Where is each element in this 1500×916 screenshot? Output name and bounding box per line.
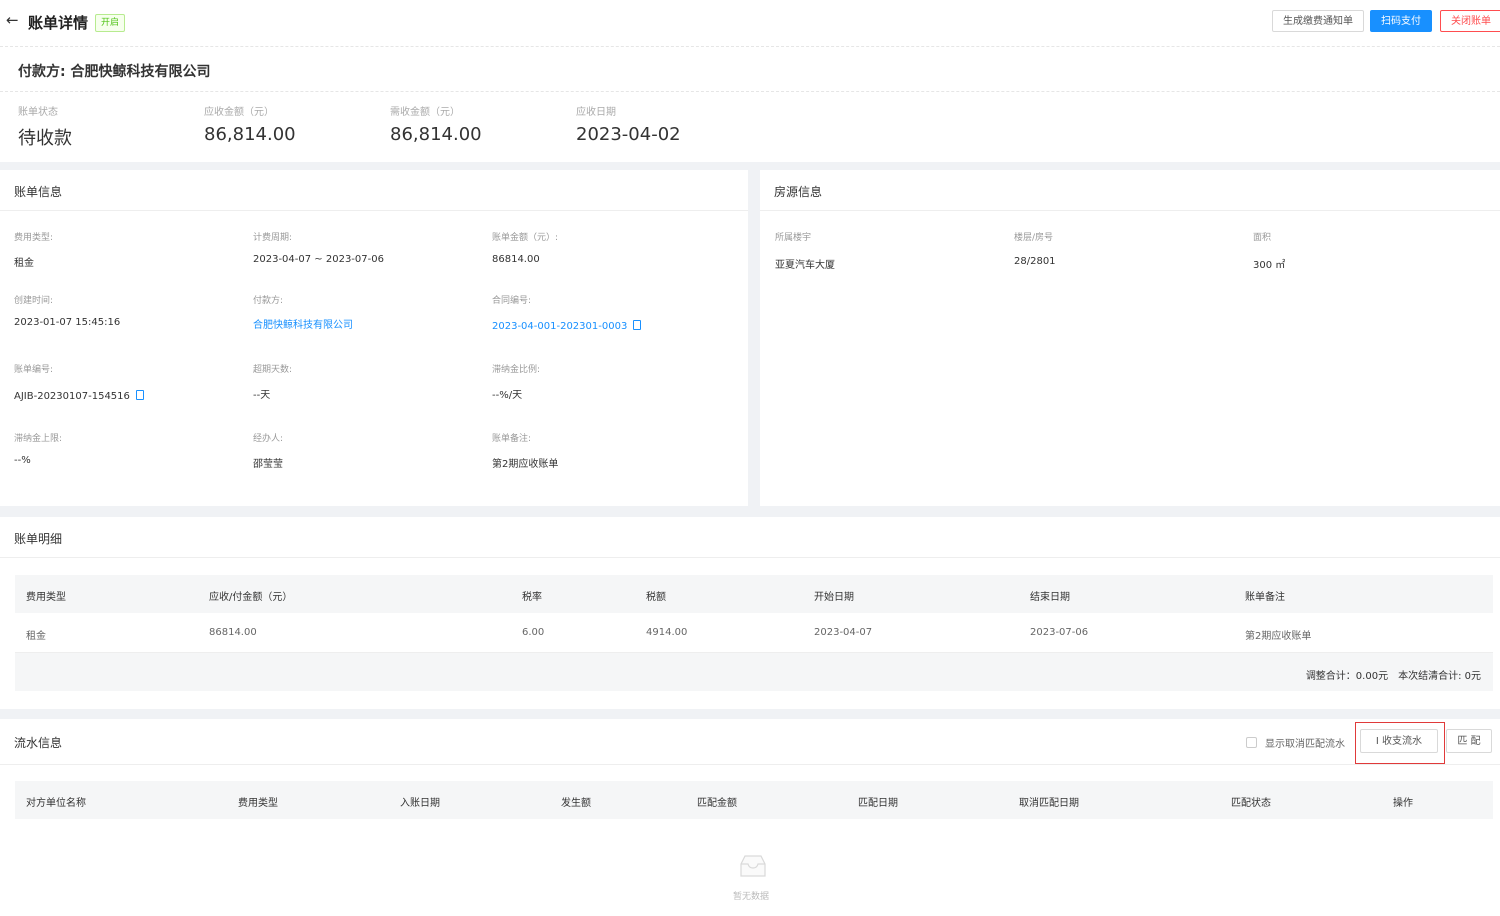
field-label: 所属楼宇	[775, 233, 812, 243]
bill-number-row: AJIB-20230107-154516	[14, 390, 144, 402]
income-flow-button[interactable]: I 收支流水	[1360, 729, 1438, 753]
field-value: --%	[14, 455, 31, 466]
divider	[0, 210, 748, 211]
show-cancelled-label[interactable]: 显示取消匹配流水	[1265, 735, 1345, 750]
payer-link[interactable]: 合肥快鲸科技有限公司	[253, 316, 353, 331]
field-label: 超期天数:	[253, 365, 293, 375]
summary-row: 调整合计：0.00元 本次结清合计: 0元	[15, 653, 1493, 691]
field-value: 86814.00	[492, 254, 540, 265]
table-cell: 2023-04-07	[814, 627, 873, 638]
payer-name: 付款方: 合肥快鲸科技有限公司	[18, 64, 211, 80]
bill-number: AJIB-20230107-154516	[14, 391, 130, 402]
flow-info-panel: 流水信息 显示取消匹配流水 I 收支流水 匹 配 对方单位名称 费用类型 入账日…	[0, 719, 1500, 916]
divider	[0, 557, 1500, 558]
bill-info-title: 账单信息	[14, 185, 63, 199]
bill-detail-panel: 账单明细 费用类型 应收/付金额（元） 税率 税额 开始日期 结束日期 账单备注…	[0, 517, 1500, 709]
bill-detail-title: 账单明细	[14, 532, 63, 546]
stat-label-status: 账单状态	[18, 107, 58, 118]
field-label: 费用类型:	[14, 233, 54, 243]
divider	[0, 91, 1500, 92]
table-cell: 6.00	[522, 627, 545, 638]
stat-value-due: 86,814.00	[390, 124, 482, 145]
stat-label-date: 应收日期	[576, 107, 616, 118]
field-value: 2023-01-07 15:45:16	[14, 317, 121, 328]
column-header: 税率	[522, 592, 542, 603]
field-label: 创建时间:	[14, 296, 54, 306]
field-label: 楼层/房号	[1014, 233, 1054, 243]
column-header: 费用类型	[26, 592, 66, 603]
table-cell: 租金	[26, 631, 46, 642]
stat-label-receivable: 应收金额（元）	[204, 107, 274, 118]
field-label: 经办人:	[253, 434, 284, 444]
field-value: 邵莹莹	[253, 459, 283, 470]
column-header: 取消匹配日期	[1019, 798, 1079, 809]
contract-link[interactable]: 2023-04-001-202301-0003	[492, 321, 627, 332]
column-header: 应收/付金额（元）	[209, 592, 293, 603]
field-value: 2023-04-07 ~ 2023-07-06	[253, 254, 384, 265]
bill-header: ← 账单详情 开启 生成缴费通知单 扫码支付 关闭账单 付款方: 合肥快鲸科技有…	[0, 0, 1500, 162]
back-arrow-icon[interactable]: ←	[6, 11, 19, 29]
stat-value-status: 待收款	[18, 128, 72, 149]
stat-label-due: 需收金额（元）	[390, 107, 460, 118]
column-header: 结束日期	[1030, 592, 1070, 603]
column-header: 费用类型	[238, 798, 278, 809]
field-value: 第2期应收账单	[492, 459, 559, 470]
match-button[interactable]: 匹 配	[1446, 729, 1492, 753]
column-header: 对方单位名称	[26, 798, 86, 809]
field-value: 28/2801	[1014, 256, 1056, 267]
table-row: 租金 86814.00 6.00 4914.00 2023-04-07 2023…	[15, 613, 1493, 653]
divider	[760, 210, 1500, 211]
field-label: 计费周期:	[253, 233, 293, 243]
divider	[0, 46, 1500, 47]
generate-notice-button[interactable]: 生成缴费通知单	[1272, 10, 1364, 32]
field-label: 账单备注:	[492, 434, 532, 444]
column-header: 入账日期	[400, 798, 440, 809]
stat-value-date: 2023-04-02	[576, 124, 681, 145]
field-label: 付款方:	[253, 296, 284, 306]
contract-number-row: 2023-04-001-202301-0003	[492, 320, 642, 332]
flow-info-title: 流水信息	[14, 736, 63, 750]
column-header: 匹配状态	[1231, 798, 1271, 809]
field-label: 账单编号:	[14, 365, 54, 375]
empty-inbox-icon	[740, 855, 766, 877]
field-value: 亚夏汽车大厦	[775, 260, 835, 271]
field-label: 账单金额（元）:	[492, 233, 559, 243]
field-value: --天	[253, 390, 271, 401]
column-header: 账单备注	[1245, 592, 1285, 603]
column-header: 操作	[1393, 798, 1413, 809]
divider	[0, 764, 1500, 765]
field-label: 滞纳金上限:	[14, 434, 63, 444]
close-bill-button[interactable]: 关闭账单	[1440, 10, 1500, 32]
table-cell: 第2期应收账单	[1245, 631, 1312, 642]
status-tag: 开启	[95, 14, 126, 32]
copy-icon[interactable]	[633, 320, 642, 330]
summary-text: 调整合计：0.00元 本次结清合计: 0元	[1305, 671, 1481, 682]
column-header: 匹配金额	[697, 798, 737, 809]
field-label: 面积	[1253, 233, 1272, 243]
column-header: 匹配日期	[858, 798, 898, 809]
empty-text: 暂无数据	[733, 892, 770, 902]
field-label: 合同编号:	[492, 296, 532, 306]
show-cancelled-checkbox[interactable]	[1246, 737, 1257, 748]
bill-info-panel: 账单信息 费用类型: 租金 计费周期: 2023-04-07 ~ 2023-07…	[0, 170, 748, 506]
page-title: 账单详情	[28, 14, 89, 32]
field-value: --%/天	[492, 390, 523, 401]
field-value: 300 ㎡	[1253, 260, 1286, 271]
copy-icon[interactable]	[135, 390, 144, 400]
table-cell: 86814.00	[209, 627, 257, 638]
column-header: 税额	[646, 592, 666, 603]
scan-pay-button[interactable]: 扫码支付	[1370, 10, 1432, 32]
field-label: 滞纳金比例:	[492, 365, 541, 375]
property-info-title: 房源信息	[774, 185, 823, 199]
table-cell: 4914.00	[646, 627, 688, 638]
stat-value-receivable: 86,814.00	[204, 124, 296, 145]
table-header: 费用类型 应收/付金额（元） 税率 税额 开始日期 结束日期 账单备注	[15, 575, 1493, 613]
field-value: 租金	[14, 258, 34, 269]
table-cell: 2023-07-06	[1030, 627, 1089, 638]
table-header: 对方单位名称 费用类型 入账日期 发生额 匹配金额 匹配日期 取消匹配日期 匹配…	[15, 781, 1493, 819]
column-header: 发生额	[561, 798, 591, 809]
column-header: 开始日期	[814, 592, 854, 603]
property-info-panel: 房源信息 所属楼宇 亚夏汽车大厦 楼层/房号 28/2801 面积 300 ㎡	[760, 170, 1500, 506]
